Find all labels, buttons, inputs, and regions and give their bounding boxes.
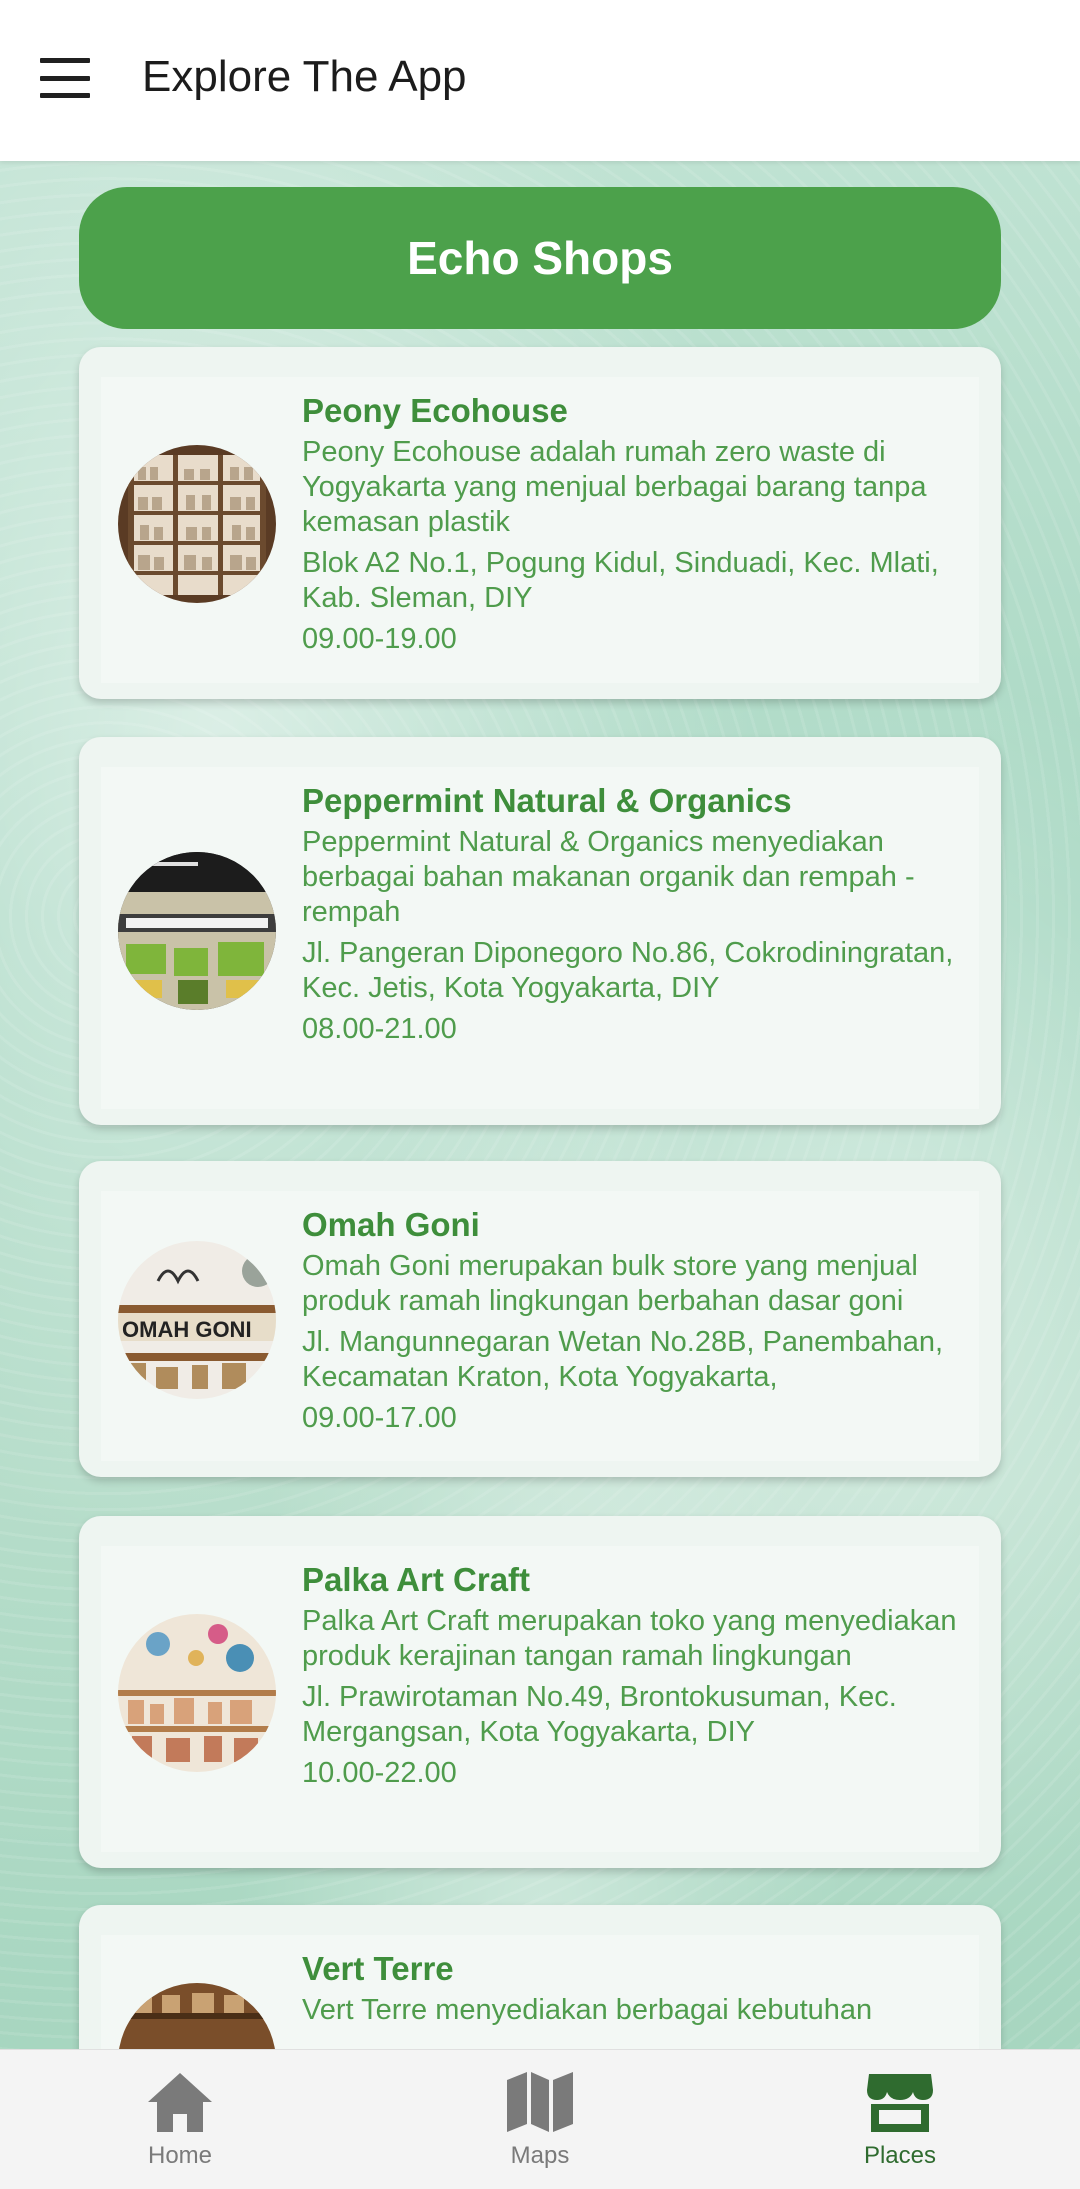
shop-photo bbox=[118, 445, 276, 603]
shop-description: Peony Ecohouse adalah rumah zero waste d… bbox=[302, 436, 927, 538]
shop-hours: 09.00-19.00 bbox=[302, 623, 457, 655]
shop-description: Omah Goni merupakan bulk store yang menj… bbox=[302, 1250, 918, 1317]
shop-hours: 08.00-21.00 bbox=[302, 1013, 457, 1045]
shop-address: Jl. Mangunnegaran Wetan No.28B, Panembah… bbox=[302, 1326, 944, 1393]
shop-hours: 10.00-22.00 bbox=[302, 1757, 457, 1789]
shop-card-omah-goni[interactable]: OMAH GONI Omah Goni Omah Goni merupakan … bbox=[79, 1161, 1001, 1477]
shop-photo bbox=[118, 852, 276, 1010]
shop-name: Peony Ecohouse bbox=[302, 392, 568, 429]
shop-description: Peppermint Natural & Organics menyediaka… bbox=[302, 826, 915, 928]
shop-card-peony[interactable]: Peony Ecohouse Peony Ecohouse adalah rum… bbox=[79, 347, 1001, 699]
shop-description: Vert Terre menyediakan berbagai kebutuha… bbox=[302, 1994, 873, 2026]
shop-card-peppermint[interactable]: Peppermint Natural & Organics Peppermint… bbox=[79, 737, 1001, 1125]
shop-address: Jl. Prawirotaman No.49, Brontokusuman, K… bbox=[302, 1681, 897, 1748]
nav-places-label: Places bbox=[863, 2142, 937, 2169]
nav-home-label: Home bbox=[147, 2142, 213, 2169]
nav-places[interactable]: Places bbox=[720, 2050, 1080, 2189]
map-icon bbox=[507, 2072, 573, 2132]
shop-name: Omah Goni bbox=[302, 1206, 480, 1243]
shop-photo bbox=[118, 1614, 276, 1772]
nav-maps-label: Maps bbox=[510, 2142, 570, 2169]
shop-info: Palka Art Craft Palka Art Craft merupaka… bbox=[302, 1560, 961, 1791]
home-icon bbox=[148, 2073, 212, 2132]
page-title: Explore The App bbox=[142, 52, 467, 101]
shop-card-vert-terre[interactable]: Vert Terre Vert Terre menyediakan berbag… bbox=[79, 1905, 1001, 2049]
shop-photo: OMAH GONI bbox=[118, 1241, 276, 1399]
nav-maps[interactable]: Maps bbox=[360, 2050, 720, 2189]
shop-description: Palka Art Craft merupakan toko yang meny… bbox=[302, 1605, 957, 1672]
places-list-container[interactable]: Echo Shops Peony Ecohouse Peony Ecohouse… bbox=[0, 161, 1080, 2049]
shop-name: Palka Art Craft bbox=[302, 1561, 531, 1598]
store-icon bbox=[867, 2074, 933, 2132]
shop-card-palka[interactable]: Palka Art Craft Palka Art Craft merupaka… bbox=[79, 1516, 1001, 1868]
shop-photo-text: OMAH GONI bbox=[122, 1317, 252, 1342]
hamburger-menu-icon[interactable] bbox=[40, 58, 90, 98]
section-header: Echo Shops bbox=[79, 187, 1001, 329]
shop-info: Vert Terre Vert Terre menyediakan berbag… bbox=[302, 1949, 961, 2034]
shop-info: Peony Ecohouse Peony Ecohouse adalah rum… bbox=[302, 391, 961, 657]
shop-name: Vert Terre bbox=[302, 1950, 454, 1987]
app-bar: Explore The App bbox=[0, 0, 1080, 161]
nav-home[interactable]: Home bbox=[0, 2050, 360, 2189]
shop-info: Peppermint Natural & Organics Peppermint… bbox=[302, 781, 961, 1047]
shop-hours: 09.00-17.00 bbox=[302, 1402, 457, 1434]
shop-address: Blok A2 No.1, Pogung Kidul, Sinduadi, Ke… bbox=[302, 547, 939, 614]
bottom-navigation: Home Maps Places bbox=[0, 2049, 1080, 2189]
shop-name: Peppermint Natural & Organics bbox=[302, 782, 792, 819]
shop-info: Omah Goni Omah Goni merupakan bulk store… bbox=[302, 1205, 961, 1436]
shop-address: Jl. Pangeran Diponegoro No.86, Cokrodini… bbox=[302, 937, 954, 1004]
